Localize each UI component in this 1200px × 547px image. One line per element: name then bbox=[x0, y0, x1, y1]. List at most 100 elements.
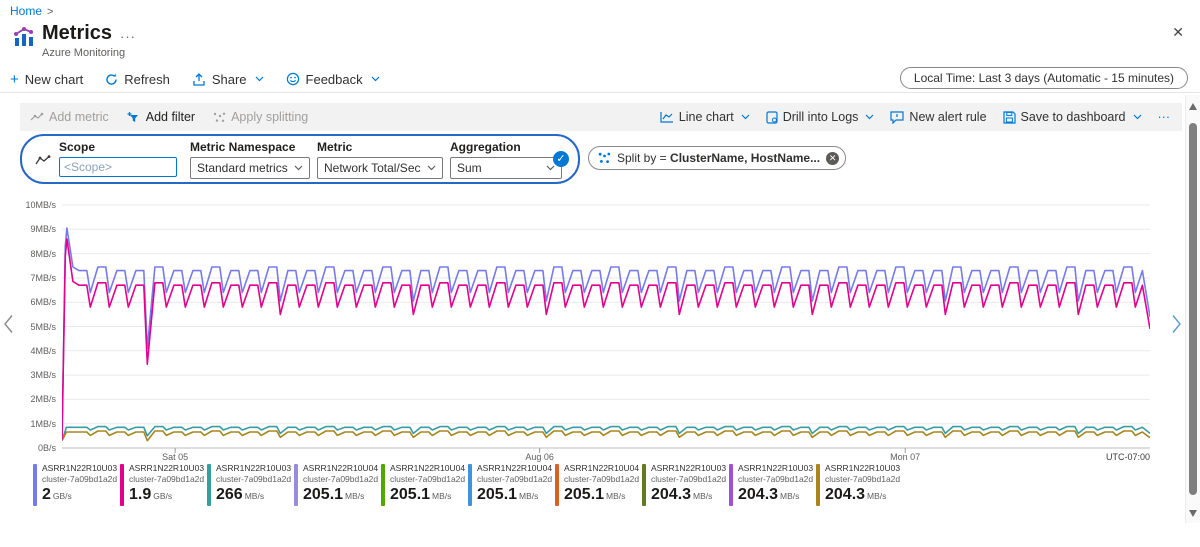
chart-toolbar: Add metric Add filter Apply splitting Li… bbox=[20, 103, 1182, 131]
legend-series-name: ASRR1N22R10U04, Loc... bbox=[390, 463, 465, 473]
split-by-prefix: Split by = bbox=[617, 151, 667, 165]
legend-unit: MB/s bbox=[693, 491, 712, 501]
chevron-down-icon bbox=[865, 114, 874, 120]
remove-split-icon[interactable]: ✕ bbox=[826, 152, 839, 165]
time-range-picker[interactable]: Local Time: Last 3 days (Automatic - 15 … bbox=[900, 67, 1188, 89]
legend-unit: MB/s bbox=[345, 491, 364, 501]
vertical-scrollbar[interactable] bbox=[1185, 95, 1200, 523]
breadcrumb-home-link[interactable]: Home bbox=[10, 4, 42, 18]
aggregation-label: Aggregation bbox=[450, 140, 562, 154]
legend-color-bar bbox=[207, 464, 211, 506]
split-by-pill[interactable]: Split by = ClusterName, HostName... ✕ bbox=[588, 146, 846, 170]
split-dots-icon bbox=[213, 112, 226, 123]
close-icon[interactable]: ✕ bbox=[1172, 24, 1184, 41]
legend-value: 204.3 bbox=[825, 486, 865, 503]
legend-cluster: cluster-7a09bd1a2d7b... bbox=[42, 474, 117, 484]
legend-card[interactable]: ASRR1N22R10U04, Loc...cluster-7a09bd1a2d… bbox=[294, 463, 378, 509]
title-more-button[interactable]: ··· bbox=[120, 29, 136, 44]
legend-series-name: ASRR1N22R10U04, Loc... bbox=[564, 463, 639, 473]
legend-cluster: cluster-7a09bd1a2d7b... bbox=[216, 474, 291, 484]
add-filter-button[interactable]: Add filter bbox=[127, 110, 195, 124]
namespace-label: Metric Namespace bbox=[190, 140, 310, 154]
scroll-up-icon[interactable] bbox=[1189, 103, 1197, 110]
scrollbar-thumb[interactable] bbox=[1189, 123, 1197, 495]
legend-color-bar bbox=[294, 464, 298, 506]
legend-card[interactable]: ASRR1N22R10U04, Loc...cluster-7a09bd1a2d… bbox=[381, 463, 465, 509]
legend-value: 266 bbox=[216, 486, 243, 503]
series-line-2 bbox=[62, 239, 1150, 440]
chevron-left-icon[interactable] bbox=[3, 314, 14, 339]
legend-value: 1.9 bbox=[129, 486, 151, 503]
legend-color-bar bbox=[555, 464, 559, 506]
legend-series-name: ASRR1N22R10U04, Loc... bbox=[477, 463, 552, 473]
alert-bubble-icon bbox=[890, 111, 904, 124]
save-icon bbox=[1003, 111, 1016, 124]
legend-card[interactable]: ASRR1N22R10U03, Hyp...cluster-7a09bd1a2d… bbox=[120, 463, 204, 509]
chevron-down-icon bbox=[371, 76, 380, 82]
legend-color-bar bbox=[381, 464, 385, 506]
y-axis-label: 0B/s bbox=[0, 443, 56, 453]
legend-cluster: cluster-7a09bd1a2d7b... bbox=[303, 474, 378, 484]
legend-card[interactable]: ASRR1N22R10U03, Loc...cluster-7a09bd1a2d… bbox=[729, 463, 813, 509]
legend-unit: MB/s bbox=[780, 491, 799, 501]
new-alert-rule-button[interactable]: New alert rule bbox=[890, 110, 986, 124]
y-axis-label: 6MB/s bbox=[0, 297, 56, 307]
legend-card[interactable]: ASRR1N22R10U03, Mel...cluster-7a09bd1a2d… bbox=[33, 463, 117, 509]
chevron-down-icon bbox=[255, 76, 264, 82]
chevron-down-icon bbox=[427, 165, 436, 171]
add-metric-button[interactable]: Add metric bbox=[30, 110, 109, 124]
scope-label: Scope bbox=[59, 140, 177, 154]
apply-splitting-button[interactable]: Apply splitting bbox=[213, 110, 308, 124]
drill-into-logs-dropdown[interactable]: Drill into Logs bbox=[766, 110, 875, 124]
plus-icon: + bbox=[10, 71, 19, 88]
aggregation-select[interactable]: Sum bbox=[450, 157, 562, 179]
scroll-down-icon[interactable] bbox=[1189, 510, 1197, 517]
breadcrumb: Home> bbox=[10, 4, 53, 18]
header-divider bbox=[0, 92, 1200, 93]
refresh-button[interactable]: Refresh bbox=[105, 72, 170, 87]
logs-document-icon bbox=[766, 111, 778, 124]
legend-color-bar bbox=[642, 464, 646, 506]
legend-color-bar bbox=[33, 464, 37, 506]
smiley-icon bbox=[286, 72, 300, 86]
refresh-icon bbox=[105, 73, 118, 86]
legend-cluster: cluster-7a09bd1a2d7b... bbox=[564, 474, 639, 484]
legend-series-name: ASRR1N22R10U03, Hyp... bbox=[129, 463, 204, 473]
y-axis-label: 9MB/s bbox=[0, 224, 56, 234]
legend-value: 205.1 bbox=[564, 486, 604, 503]
chevron-down-icon bbox=[294, 165, 303, 171]
series-line-1 bbox=[62, 228, 1150, 439]
chevron-right-icon[interactable] bbox=[1171, 314, 1182, 339]
y-axis-label: 8MB/s bbox=[0, 249, 56, 259]
toolbar-more-button[interactable]: ··· bbox=[1158, 110, 1171, 124]
legend-value: 205.1 bbox=[390, 486, 430, 503]
legend-card[interactable]: ASRR1N22R10U04, Loc...cluster-7a09bd1a2d… bbox=[468, 463, 552, 509]
legend-card[interactable]: ASRR1N22R10U03, Loc...cluster-7a09bd1a2d… bbox=[642, 463, 726, 509]
legend-card[interactable]: ASRR1N22R10U04, Loc...cluster-7a09bd1a2d… bbox=[555, 463, 639, 509]
filter-icon bbox=[127, 111, 141, 124]
metric-squiggle-icon bbox=[35, 153, 51, 171]
legend-cluster: cluster-7a09bd1a2d7b... bbox=[825, 474, 900, 484]
legend-card[interactable]: ASRR1N22R10U03, Loc...cluster-7a09bd1a2d… bbox=[816, 463, 900, 509]
feedback-button[interactable]: Feedback bbox=[286, 72, 380, 87]
y-axis-label: 2MB/s bbox=[0, 394, 56, 404]
legend-series-name: ASRR1N22R10U03, Loc... bbox=[738, 463, 813, 473]
chart-type-dropdown[interactable]: Line chart bbox=[660, 110, 750, 124]
metrics-icon bbox=[12, 25, 36, 54]
scope-input[interactable] bbox=[59, 157, 177, 177]
valid-check-icon: ✓ bbox=[553, 151, 569, 167]
new-chart-button[interactable]: + New chart bbox=[10, 71, 83, 88]
legend-color-bar bbox=[120, 464, 124, 506]
chart-legend: ASRR1N22R10U03, Mel...cluster-7a09bd1a2d… bbox=[33, 463, 900, 509]
chevron-down-icon bbox=[546, 165, 555, 171]
legend-unit: MB/s bbox=[432, 491, 451, 501]
command-bar: + New chart Refresh Share Feedback bbox=[10, 66, 380, 92]
legend-card[interactable]: ASRR1N22R10U03, Mel...cluster-7a09bd1a2d… bbox=[207, 463, 291, 509]
chevron-down-icon bbox=[741, 114, 750, 120]
save-to-dashboard-dropdown[interactable]: Save to dashboard bbox=[1003, 110, 1142, 124]
legend-color-bar bbox=[729, 464, 733, 506]
metric-select[interactable]: Network Total/Sec bbox=[317, 157, 443, 179]
legend-value: 205.1 bbox=[477, 486, 517, 503]
share-button[interactable]: Share bbox=[192, 72, 264, 87]
namespace-select[interactable]: Standard metrics bbox=[190, 157, 310, 179]
